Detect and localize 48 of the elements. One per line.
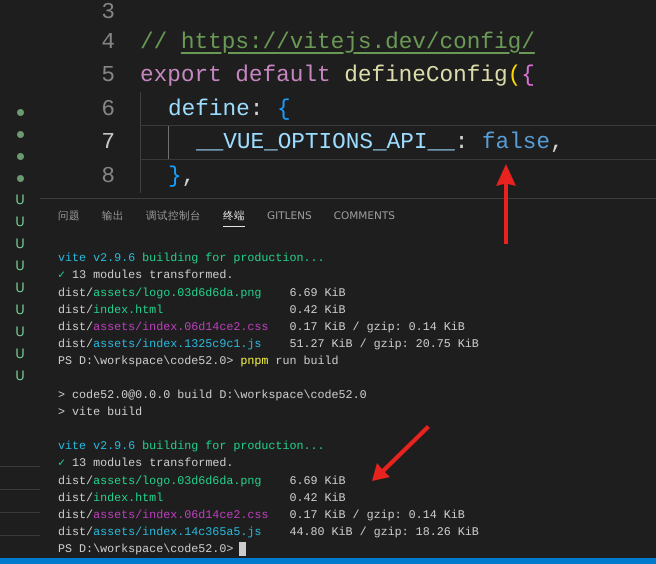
- change-dot-icon: [16, 109, 24, 116]
- terminal-line: dist/assets/logo.03d6d6da.png 6.69 KiB: [58, 472, 347, 490]
- terminal-line: ✓ 13 modules transformed.: [58, 267, 234, 284]
- annotation-arrow: [372, 425, 430, 481]
- line-number: 7: [100, 129, 115, 156]
- terminal-line: vite v2.9.6 building for production...: [58, 250, 326, 268]
- terminal-line: PS D:\workspace\code52.0> pnpm run build: [58, 352, 340, 370]
- terminal-line: ✓ 13 modules transformed.: [58, 455, 234, 472]
- untracked-marker: U: [15, 280, 25, 298]
- line-number: 5: [100, 62, 115, 88]
- line-number: 6: [100, 96, 115, 122]
- line-number: 4: [100, 28, 115, 55]
- panel-tab[interactable]: 调试控制台: [146, 204, 201, 227]
- terminal-line: dist/assets/index.14c365a5.js 44.80 KiB / gzip: 18.26 KiB: [58, 524, 480, 541]
- code-line: define: {: [168, 96, 291, 122]
- panel-tab[interactable]: 输出: [102, 204, 124, 227]
- terminal-prompt: PS D:\workspace\code52.0>: [58, 542, 234, 556]
- terminal-line: dist/index.html 0.42 KiB: [58, 490, 347, 507]
- line-number: 3: [100, 1, 115, 23]
- terminal-line: dist/assets/index.06d14ce2.css 0.17 KiB / gzip: 0.14 KiB: [58, 506, 466, 524]
- code-line: __VUE_OPTIONS_API__: false,: [196, 129, 564, 156]
- change-dot-icon: [16, 131, 24, 138]
- terminal-line: dist/assets/logo.03d6d6da.png 6.69 KiB: [58, 284, 347, 302]
- code-line: export default defineConfig({: [140, 62, 535, 88]
- untracked-marker: U: [15, 258, 25, 276]
- change-dot-icon: [16, 153, 24, 160]
- terminal-line: dist/index.html 0.42 KiB: [58, 302, 347, 319]
- panel-tab[interactable]: COMMENTS: [334, 206, 395, 226]
- terminal-line: dist/assets/index.06d14ce2.css 0.17 KiB / gzip: 0.14 KiB: [58, 318, 466, 336]
- terminal-line: > code52.0@0.0.0 build D:\workspace\code52.0: [58, 387, 368, 404]
- untracked-marker: U: [15, 302, 25, 320]
- untracked-marker: U: [15, 192, 25, 210]
- panel-tab[interactable]: 终端: [223, 204, 245, 227]
- code-line: },: [168, 162, 196, 189]
- untracked-marker: U: [15, 324, 25, 342]
- line-number: 8: [100, 162, 115, 189]
- terminal-line: dist/assets/index.1325c9c1.js 51.27 KiB / gzip: 20.75 KiB: [58, 336, 480, 353]
- untracked-marker: U: [15, 214, 25, 232]
- untracked-marker: U: [15, 346, 25, 364]
- terminal-line: vite v2.9.6 building for production...: [58, 438, 326, 456]
- panel-tab[interactable]: GITLENS: [267, 206, 312, 226]
- change-dot-icon: [16, 175, 24, 182]
- untracked-marker: U: [15, 236, 25, 254]
- code-line: // https://vitejs.dev/config/: [140, 28, 535, 55]
- terminal-line: > vite build: [58, 404, 144, 422]
- panel-tab[interactable]: 问题: [58, 204, 80, 227]
- text-cursor: [239, 542, 246, 556]
- untracked-marker: U: [15, 368, 25, 386]
